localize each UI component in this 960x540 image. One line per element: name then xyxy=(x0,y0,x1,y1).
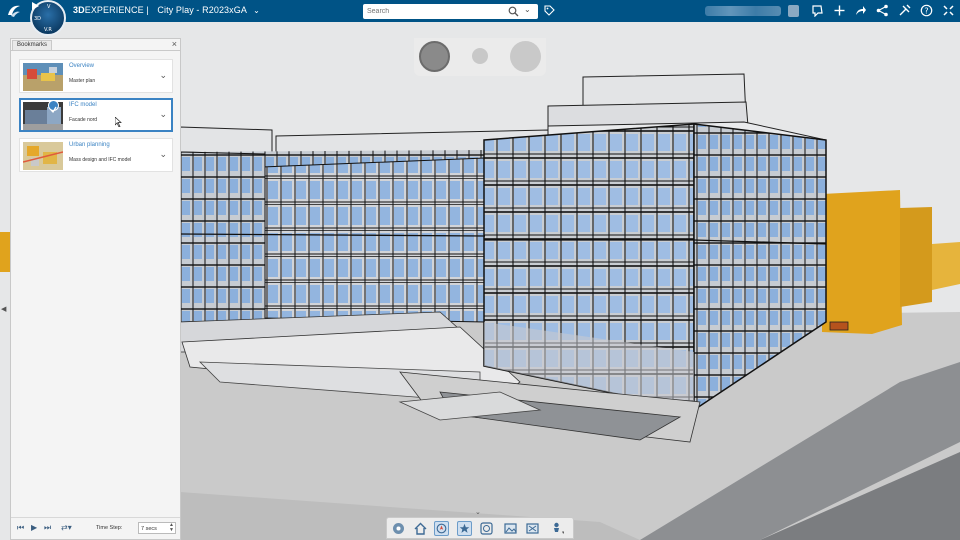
spinner-arrows-icon[interactable]: ▲ ▼ xyxy=(169,523,174,533)
bookmarks-player-bar: ⏮ ▶ ⏭ ⇄▾ Time Step: ▲▼ xyxy=(11,517,180,539)
search-icon[interactable] xyxy=(508,6,519,17)
avatar[interactable] xyxy=(788,5,799,17)
compass-icon[interactable] xyxy=(391,521,406,536)
pan-joystick[interactable] xyxy=(510,41,541,72)
chevron-down-icon[interactable]: ⌄ xyxy=(475,508,481,516)
search-options-chevron-icon[interactable]: ⌄ xyxy=(524,5,531,14)
image-capture-icon[interactable] xyxy=(525,521,540,536)
bookmark-title: IFC model xyxy=(69,102,97,108)
street-view-icon[interactable]: ▾ xyxy=(549,521,564,536)
bookmark-urban-planning[interactable]: Urban planning Mass design and IFC model… xyxy=(19,138,173,172)
bookmark-ifc-model[interactable]: IFC model Facade nord ⌄ xyxy=(19,98,173,132)
tilt-icon[interactable] xyxy=(472,48,488,64)
search-box[interactable]: ⌄ xyxy=(363,4,538,19)
help-icon[interactable]: ? xyxy=(920,4,933,17)
user-name-blurred[interactable] xyxy=(705,6,781,16)
home-icon[interactable] xyxy=(413,521,428,536)
chevron-down-icon[interactable]: ⌄ xyxy=(159,109,167,120)
chevron-down-icon[interactable]: ⌄ xyxy=(159,149,167,160)
bookmark-subtitle: Master plan xyxy=(69,78,96,84)
svg-text:▾: ▾ xyxy=(562,530,564,536)
loop-icon[interactable]: ⇄▾ xyxy=(61,523,72,532)
time-step-input[interactable] xyxy=(141,524,169,533)
bookmarks-panel: Bookmarks × Overview Master plan ⌄ IFC m… xyxy=(10,38,181,540)
bottom-toolbar: ▾ xyxy=(386,517,574,539)
add-icon[interactable] xyxy=(833,4,846,17)
next-icon[interactable]: ⏭ xyxy=(44,523,51,533)
navigation-icon[interactable] xyxy=(434,521,449,536)
bookmark-thumbnail xyxy=(23,63,63,91)
svg-text:?: ? xyxy=(924,6,928,15)
network-icon[interactable] xyxy=(876,4,889,17)
3ds-logo-icon[interactable] xyxy=(6,3,22,19)
bookmark-title: Urban planning xyxy=(69,142,110,148)
search-input[interactable] xyxy=(367,5,503,18)
selected-check-icon xyxy=(48,100,59,114)
bookmark-overview[interactable]: Overview Master plan ⌄ xyxy=(19,59,173,93)
share-icon[interactable] xyxy=(854,4,867,17)
brand-rest: EXPERIENCE xyxy=(84,5,144,15)
divider xyxy=(11,50,180,51)
image-icon[interactable] xyxy=(503,521,518,536)
app-name: City Play - R2023xGA xyxy=(157,5,247,15)
bookmark-subtitle: Facade nord xyxy=(69,117,98,123)
bookmark-title: Overview xyxy=(69,63,95,69)
previous-icon[interactable]: ⏮ xyxy=(17,523,24,533)
mouse-cursor-icon xyxy=(115,117,122,127)
top-bar: 3DEXPERIENCE | City Play - R2023xGA ⌄ ⌄ … xyxy=(0,0,960,22)
app-title[interactable]: 3DEXPERIENCE | City Play - R2023xGA ⌄ xyxy=(73,5,260,15)
compass-label-top: V xyxy=(47,4,51,10)
compass-label-left: 3D xyxy=(34,16,42,22)
bookmark-thumbnail xyxy=(23,142,63,170)
chevron-down-icon[interactable]: ⌄ xyxy=(253,6,260,15)
time-step-field[interactable]: ▲▼ xyxy=(138,522,176,534)
tag-icon[interactable] xyxy=(544,5,555,16)
bookmark-star-icon[interactable] xyxy=(457,521,472,536)
navigation-control xyxy=(414,38,546,76)
mass-building xyxy=(822,190,902,334)
bookmark-subtitle: Mass design and IFC model xyxy=(69,157,132,163)
zoom-joystick[interactable] xyxy=(419,41,450,72)
chat-icon[interactable] xyxy=(811,4,824,17)
play-icon[interactable]: ▶ xyxy=(31,523,37,532)
fullscreen-icon[interactable] xyxy=(942,4,955,17)
chevron-down-icon[interactable]: ⌄ xyxy=(159,70,167,81)
info-icon[interactable] xyxy=(479,521,494,536)
brand-separator: | xyxy=(146,5,149,15)
close-icon[interactable]: × xyxy=(172,39,177,49)
time-step-label: Time Step: xyxy=(96,525,123,531)
brand-bold: 3D xyxy=(73,5,85,15)
compass-widget[interactable]: V 3D V.R xyxy=(30,0,66,36)
expand-left-arrow-icon[interactable]: ◀ xyxy=(1,305,6,313)
tools-icon[interactable] xyxy=(898,4,911,17)
compass-label-bottom: V.R xyxy=(44,27,52,33)
play-icon[interactable] xyxy=(32,2,39,10)
